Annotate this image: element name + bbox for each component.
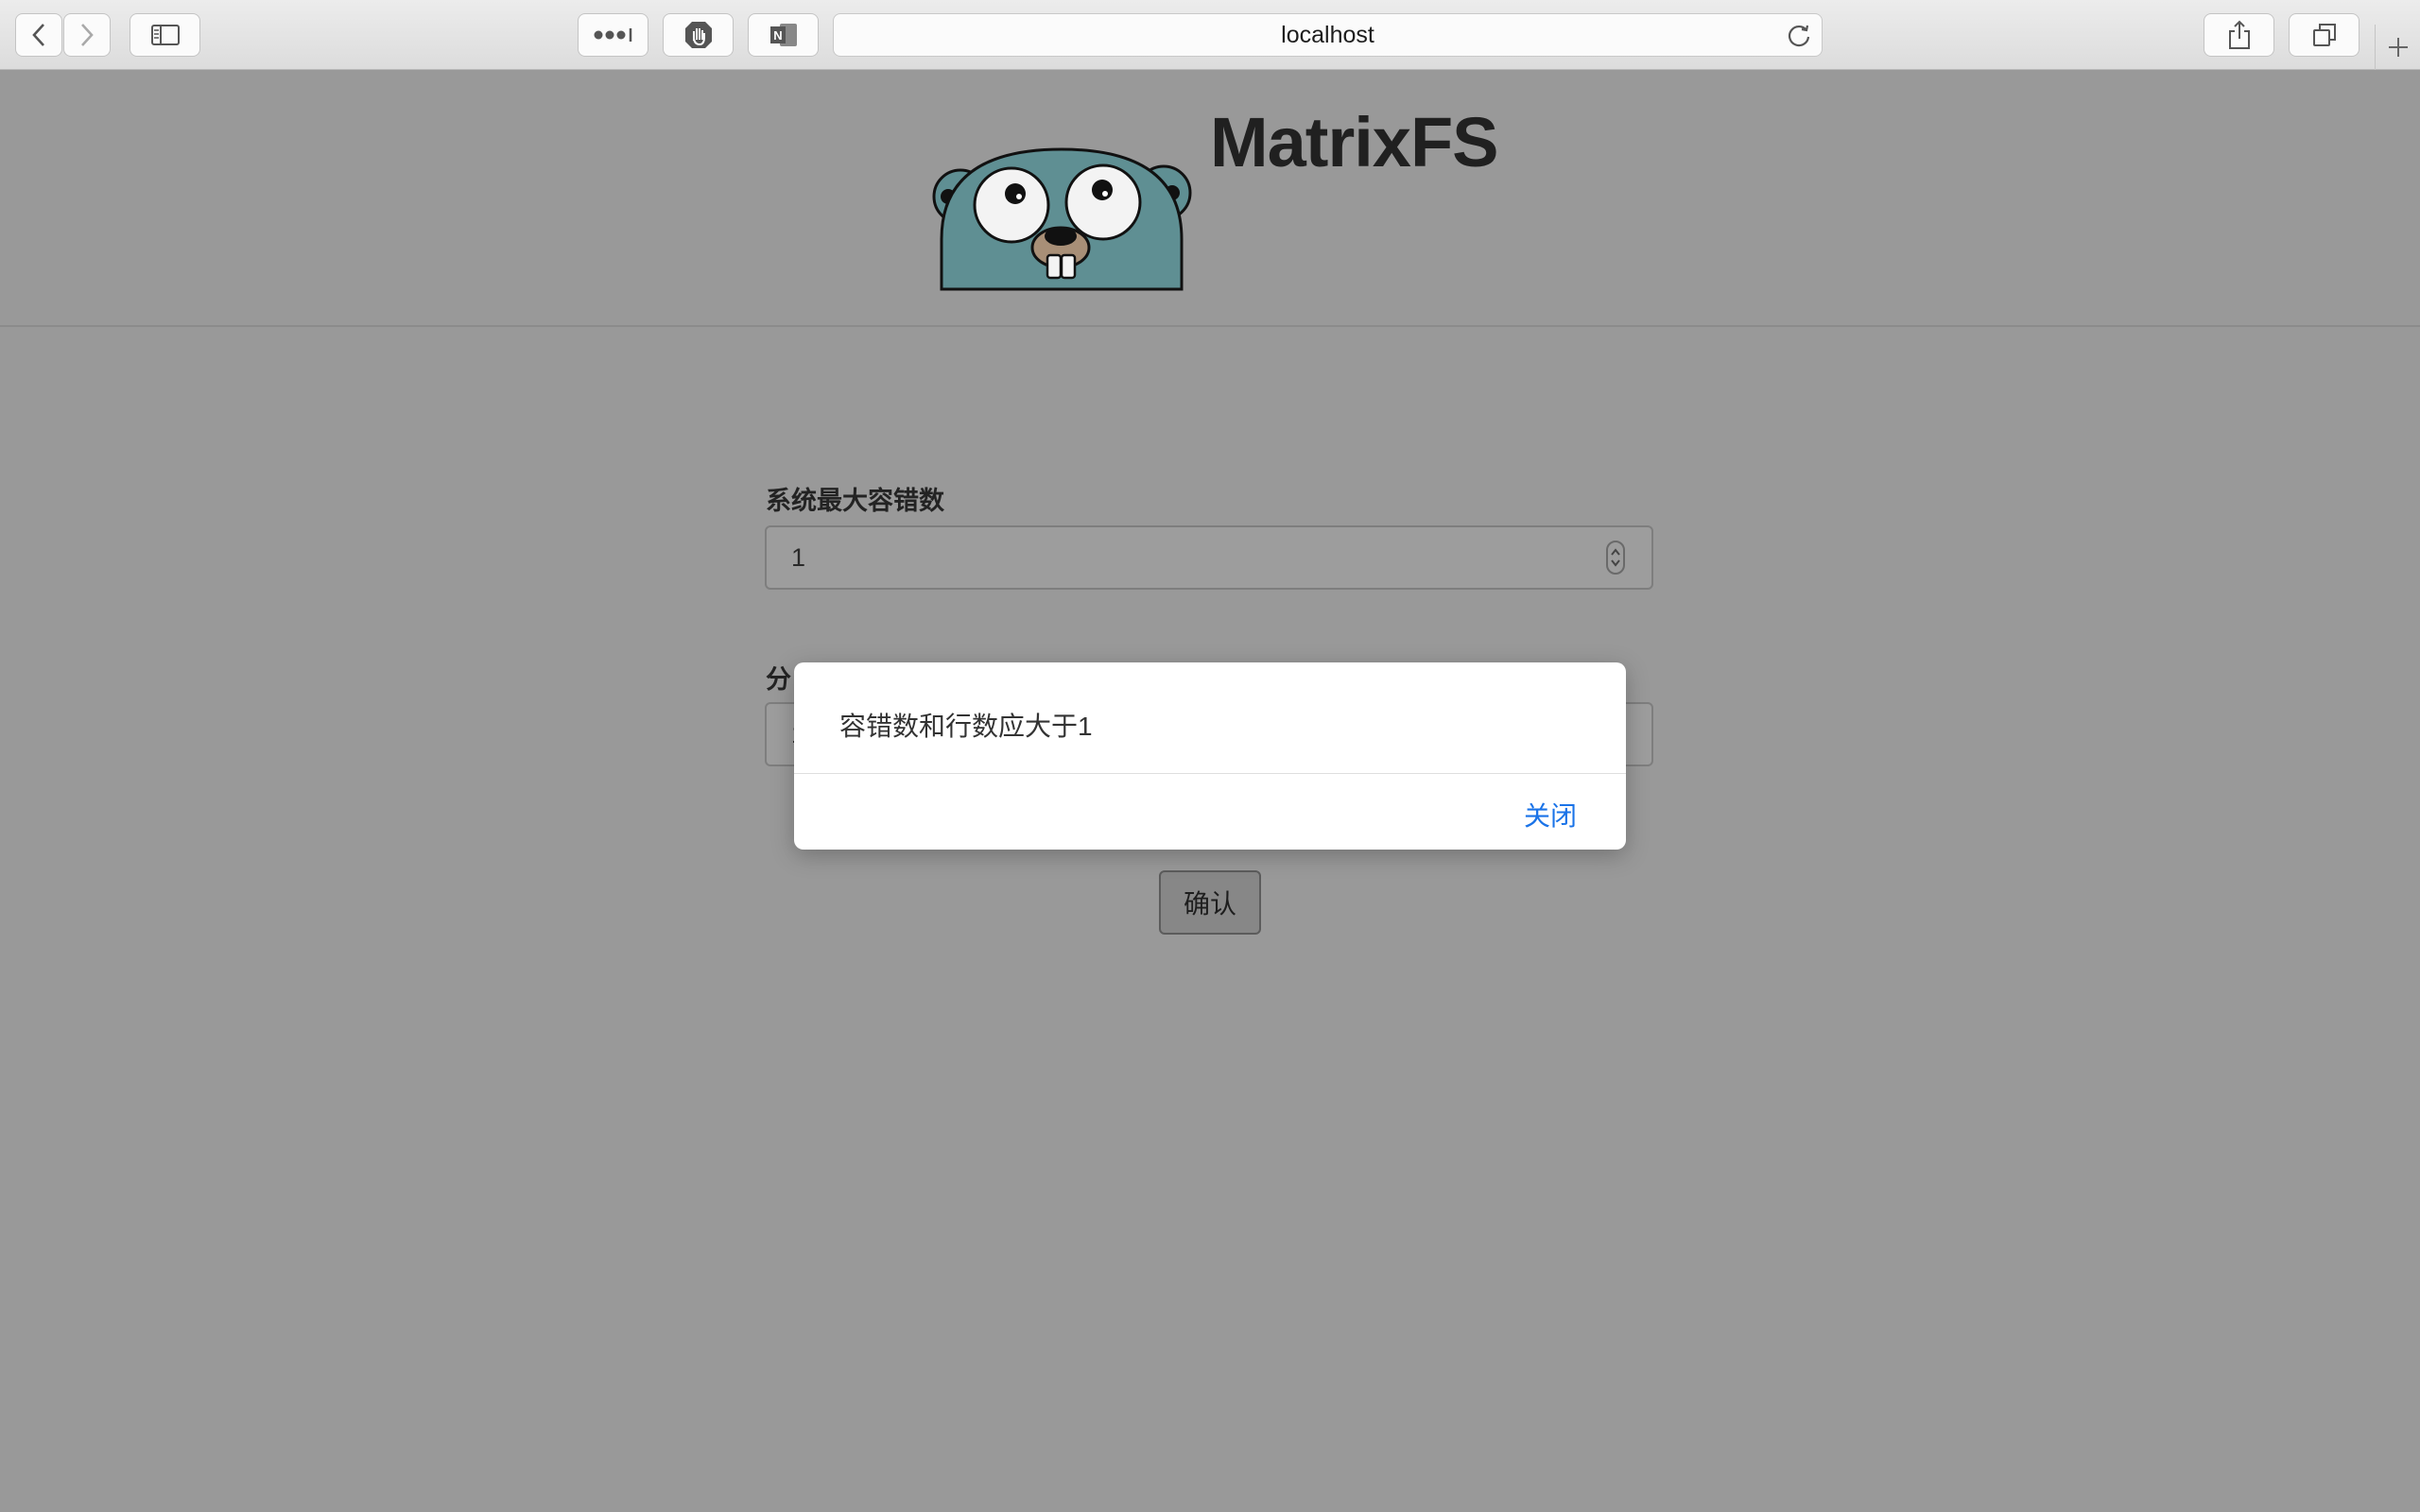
sidebar-button[interactable] <box>130 13 200 57</box>
new-tab-button[interactable] <box>2375 25 2420 70</box>
dialog-close-button[interactable]: 关闭 <box>1524 796 1577 833</box>
extension-button-1[interactable] <box>663 13 734 57</box>
share-icon <box>2228 20 2250 49</box>
share-button[interactable] <box>2204 13 2274 57</box>
sidebar-icon <box>150 25 180 45</box>
address-bar[interactable]: localhost <box>833 13 1823 57</box>
extension-button-2[interactable]: N <box>748 13 819 57</box>
onenote-icon: N <box>769 24 797 46</box>
tabs-icon <box>2312 24 2336 46</box>
dialog-divider <box>794 773 1626 774</box>
url-text: localhost <box>1281 21 1374 48</box>
browser-toolbar: N localhost <box>0 0 2420 70</box>
forward-button[interactable] <box>63 13 111 57</box>
max-fault-tolerance-value[interactable] <box>767 527 1651 588</box>
more-button[interactable] <box>578 13 648 57</box>
hand-stop-icon <box>684 22 712 48</box>
stepper-arrows-icon <box>1611 548 1620 567</box>
chevron-left-icon <box>32 24 44 46</box>
max-fault-tolerance-input[interactable] <box>765 525 1653 590</box>
brand-title: MatrixFS <box>1210 103 1499 181</box>
plus-icon <box>2388 38 2408 57</box>
back-button[interactable] <box>15 13 62 57</box>
reload-icon[interactable] <box>1786 23 1812 49</box>
max-fault-tolerance-label: 系统最大容错数 <box>766 487 944 515</box>
second-field-label: 分 <box>766 665 791 694</box>
confirm-button[interactable]: 确认 <box>1159 870 1261 935</box>
dialog-message: 容错数和行数应大于1 <box>839 712 1093 741</box>
number-spinner[interactable] <box>1606 541 1625 575</box>
alert-dialog: 容错数和行数应大于1 关闭 <box>794 662 1626 850</box>
gopher-logo <box>932 147 1192 291</box>
svg-text:N: N <box>773 28 782 43</box>
chevron-right-icon <box>81 24 94 46</box>
ellipsis-icon <box>594 28 631 42</box>
tabs-button[interactable] <box>2289 13 2360 57</box>
